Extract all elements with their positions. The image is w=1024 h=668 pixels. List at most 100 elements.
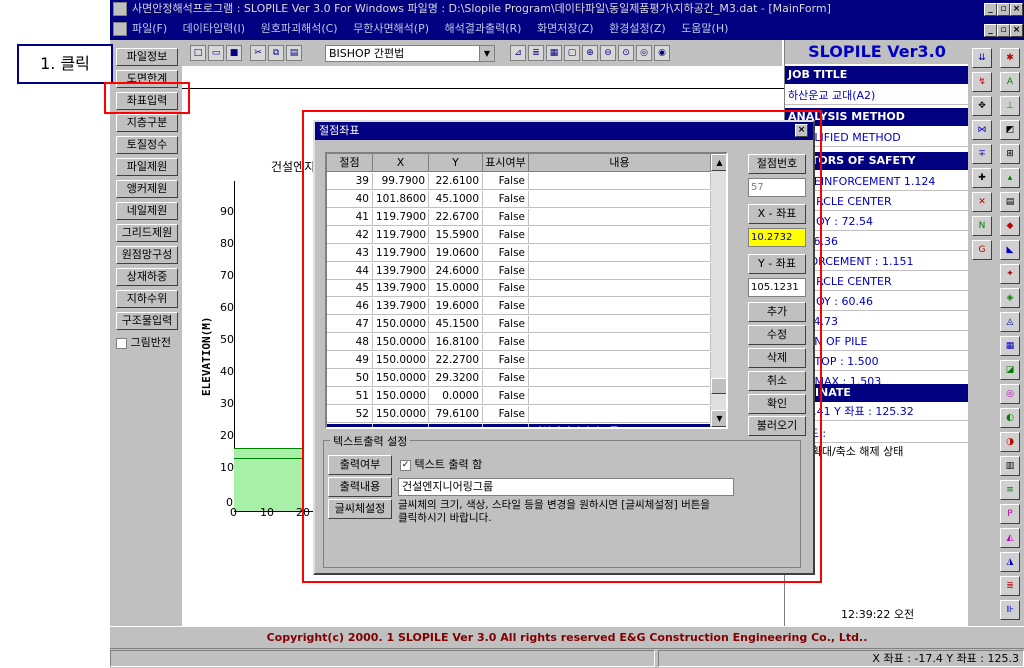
status-pane: [110, 650, 655, 667]
tool-icon[interactable]: ⋈: [972, 120, 992, 140]
y-tick: 80: [220, 237, 234, 250]
minimize-icon[interactable]: _: [984, 3, 997, 16]
window-icon[interactable]: ▢: [564, 45, 580, 61]
tool-icon[interactable]: ✕: [972, 192, 992, 212]
sidebar-item-groundwater[interactable]: 지하수위: [116, 290, 178, 308]
tool-icon[interactable]: ◑: [1000, 432, 1020, 452]
soil-layer-line: [234, 458, 304, 459]
tool-icon[interactable]: ◣: [1000, 240, 1020, 260]
tool-icon[interactable]: ▥: [1000, 456, 1020, 476]
table-icon[interactable]: ▦: [546, 45, 562, 61]
close-icon[interactable]: ×: [1010, 3, 1023, 16]
tool-icon[interactable]: ↯: [972, 72, 992, 92]
invert-checkbox[interactable]: [116, 337, 127, 349]
zoom-out-icon[interactable]: ⊖: [600, 45, 616, 61]
paste-icon[interactable]: ▤: [286, 45, 302, 61]
child-minimize-icon[interactable]: _: [984, 24, 997, 37]
x-tick: 10: [260, 506, 274, 519]
tool-icon[interactable]: ✱: [1000, 48, 1020, 68]
zoom-window-icon[interactable]: ⊙: [618, 45, 634, 61]
tool-icon[interactable]: ◪: [1000, 360, 1020, 380]
zoom-in-icon[interactable]: ⊕: [582, 45, 598, 61]
menu-bar: 파일(F) 데이타입력(I) 원호파괴해석(C) 무한사면해석(P) 해석결과출…: [110, 18, 1024, 40]
y-tick: 60: [220, 301, 234, 314]
layers-icon[interactable]: ≣: [528, 45, 544, 61]
tool-icon[interactable]: P: [1000, 504, 1020, 524]
y-tick: 40: [220, 365, 234, 378]
tool-icon[interactable]: ∓: [972, 144, 992, 164]
menu-settings[interactable]: 환경설정(Z): [609, 22, 666, 35]
highlight-coord-input: [104, 82, 190, 114]
restore-icon[interactable]: ▫: [997, 3, 1010, 16]
tool-icon[interactable]: ◭: [1000, 528, 1020, 548]
canvas-top-line: [182, 88, 784, 89]
clock: 12:39:22 오전: [841, 608, 915, 621]
menu-file[interactable]: 파일(F): [132, 22, 167, 35]
tool-icon[interactable]: ◬: [1000, 312, 1020, 332]
tool-icon[interactable]: ≡: [1000, 480, 1020, 500]
toolbar: □ ▭ ■ ✂ ⧉ ▤ BISHOP 간편법 ▼ ⊿ ≣ ▦ ▢ ⊕ ⊖ ⊙ ◎…: [182, 40, 782, 66]
sidebar-item-anchor[interactable]: 앵커제원: [116, 180, 178, 198]
tool-icon[interactable]: ≣: [1000, 576, 1020, 596]
open-folder-icon[interactable]: ▭: [208, 45, 224, 61]
sidebar-item-nail[interactable]: 네일제원: [116, 202, 178, 220]
sidebar-item-surcharge[interactable]: 상재하중: [116, 268, 178, 286]
menu-help[interactable]: 도움말(H): [681, 22, 728, 35]
menu-result-output[interactable]: 해석결과출력(R): [445, 22, 522, 35]
tool-icon[interactable]: ▦: [1000, 336, 1020, 356]
highlight-dialog: [302, 110, 822, 583]
tool-icon[interactable]: ◈: [1000, 288, 1020, 308]
y-tick: 90: [220, 205, 234, 218]
y-tick: 30: [220, 397, 234, 410]
tool-icon[interactable]: ✦: [1000, 264, 1020, 284]
tool-icon[interactable]: ▴: [1000, 168, 1020, 188]
sidebar-item-pile[interactable]: 파일제원: [116, 158, 178, 176]
sidebar-item-soil[interactable]: 토질정수: [116, 136, 178, 154]
menu-screen-save[interactable]: 화면저장(Z): [537, 22, 594, 35]
invert-checkbox-label: 그림반전: [130, 336, 171, 349]
copy-icon[interactable]: ⧉: [268, 45, 284, 61]
y-tick: 50: [220, 333, 234, 346]
sidebar-item-file-info[interactable]: 파일정보: [116, 48, 178, 66]
chevron-down-icon[interactable]: ▼: [479, 46, 494, 61]
tool-icon[interactable]: ⊪: [1000, 600, 1020, 620]
tool-palette-1: ⇊ ↯ ✥ ⋈ ∓ ✚ ✕ N G: [968, 40, 996, 626]
tool-icon[interactable]: G: [972, 240, 992, 260]
sidebar-item-grid[interactable]: 그리드제원: [116, 224, 178, 242]
tool-icon[interactable]: ✚: [972, 168, 992, 188]
tool-icon[interactable]: ◎: [1000, 384, 1020, 404]
tool-icon[interactable]: ◩: [1000, 120, 1020, 140]
tool-icon[interactable]: ◆: [1000, 216, 1020, 236]
sidebar-item-structure[interactable]: 구조물입력: [116, 312, 178, 330]
window-title: 사면안정해석프로그램 : SLOPILE Ver 3.0 For Windows…: [132, 2, 831, 15]
tool-icon[interactable]: ⇊: [972, 48, 992, 68]
child-close-icon[interactable]: ×: [1010, 24, 1023, 37]
tool-icon[interactable]: ⊞: [1000, 144, 1020, 164]
sidebar-item-layer[interactable]: 지층구분: [116, 114, 178, 132]
job-title-header: JOB TITLE: [785, 66, 969, 84]
sidebar-item-origin-mesh[interactable]: 원점망구성: [116, 246, 178, 264]
tool-icon[interactable]: ▤: [1000, 192, 1020, 212]
tool-icon[interactable]: ⊥: [1000, 96, 1020, 116]
menu-circular-failure[interactable]: 원호파괴해석(C): [261, 22, 338, 35]
zoom-all-icon[interactable]: ◎: [636, 45, 652, 61]
status-coords: X 좌표 : -17.4 Y 좌표 : 125.3: [658, 650, 1024, 667]
child-window-icon[interactable]: [113, 22, 127, 36]
zoom-reset-icon[interactable]: ◉: [654, 45, 670, 61]
cut-icon[interactable]: ✂: [250, 45, 266, 61]
child-restore-icon[interactable]: ▫: [997, 24, 1010, 37]
invert-drawing-checkbox-row[interactable]: 그림반전: [116, 336, 182, 352]
method-select[interactable]: BISHOP 간편법 ▼: [325, 45, 495, 62]
tool-icon[interactable]: ◐: [1000, 408, 1020, 428]
menu-data-input[interactable]: 데이타입력(I): [183, 22, 245, 35]
tool-icon[interactable]: ✥: [972, 96, 992, 116]
result-panel-title: SLOPILE Ver3.0: [785, 40, 969, 64]
tool-icon[interactable]: N: [972, 216, 992, 236]
save-icon[interactable]: ■: [226, 45, 242, 61]
tool-icon[interactable]: A: [1000, 72, 1020, 92]
y-tick: 20: [220, 429, 234, 442]
tool-icon[interactable]: ◮: [1000, 552, 1020, 572]
new-file-icon[interactable]: □: [190, 45, 206, 61]
menu-infinite-slope[interactable]: 무한사면해석(P): [353, 22, 429, 35]
graph-icon[interactable]: ⊿: [510, 45, 526, 61]
